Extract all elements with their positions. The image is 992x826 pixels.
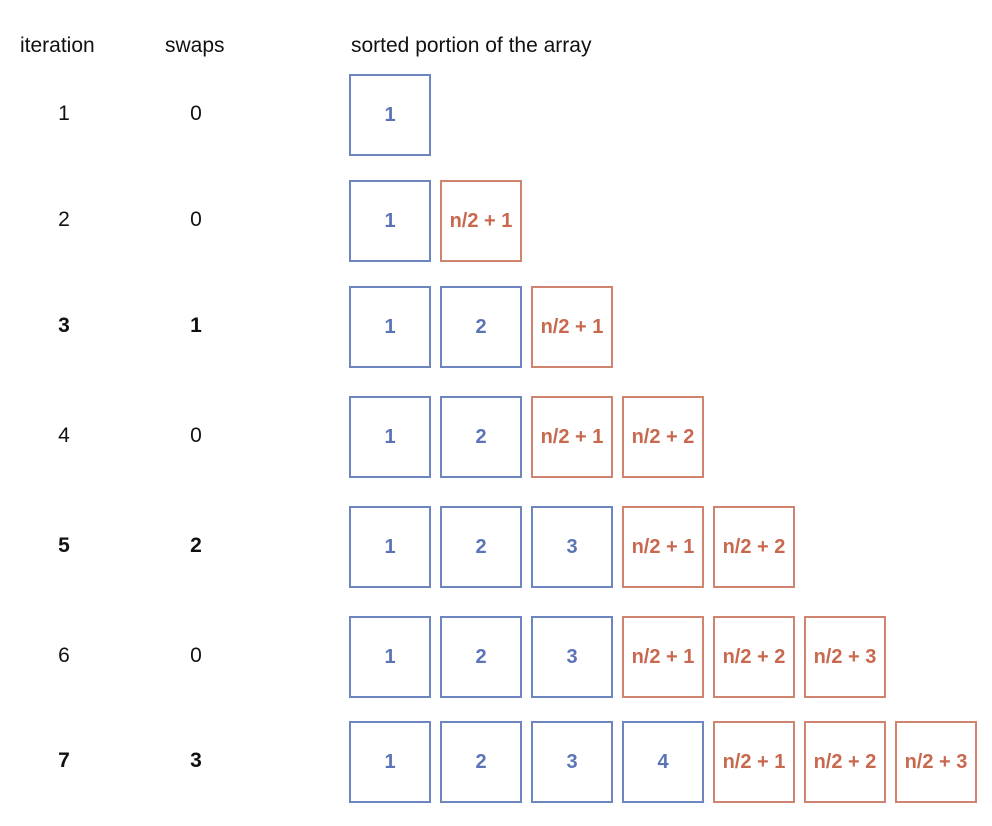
array-cell-low: 1 <box>349 286 431 368</box>
array-cell-low: 2 <box>440 396 522 478</box>
array-cell-high: n/2 + 2 <box>713 616 795 698</box>
swaps-count: 0 <box>190 424 202 447</box>
sorted-portion-header: sorted portion of the array <box>351 34 592 57</box>
array-cell-high: n/2 + 1 <box>531 396 613 478</box>
swaps-count: 0 <box>190 644 202 667</box>
iteration-number: 3 <box>58 314 70 337</box>
array-cell-low: 4 <box>622 721 704 803</box>
array-cell-low: 3 <box>531 616 613 698</box>
array-cell-low: 2 <box>440 506 522 588</box>
swaps-count: 0 <box>190 102 202 125</box>
swaps-count: 0 <box>190 208 202 231</box>
array-cell-low: 2 <box>440 616 522 698</box>
array-cell-high: n/2 + 1 <box>622 616 704 698</box>
array-cell-low: 1 <box>349 721 431 803</box>
swaps-count: 2 <box>190 534 202 557</box>
array-cell-low: 1 <box>349 616 431 698</box>
array-cell-low: 2 <box>440 286 522 368</box>
iteration-number: 1 <box>58 102 70 125</box>
array-cell-low: 1 <box>349 180 431 262</box>
swaps-count: 3 <box>190 749 202 772</box>
iteration-number: 6 <box>58 644 70 667</box>
array-cell-high: n/2 + 3 <box>895 721 977 803</box>
array-cell-high: n/2 + 1 <box>440 180 522 262</box>
array-cell-high: n/2 + 2 <box>622 396 704 478</box>
swaps-count: 1 <box>190 314 202 337</box>
iteration-number: 5 <box>58 534 70 557</box>
swaps-header: swaps <box>165 34 225 57</box>
array-cell-high: n/2 + 1 <box>531 286 613 368</box>
iteration-header: iteration <box>20 34 95 57</box>
iteration-number: 2 <box>58 208 70 231</box>
array-cell-high: n/2 + 1 <box>713 721 795 803</box>
array-cell-low: 1 <box>349 396 431 478</box>
array-cell-high: n/2 + 2 <box>713 506 795 588</box>
array-cell-low: 3 <box>531 506 613 588</box>
array-cell-high: n/2 + 2 <box>804 721 886 803</box>
array-cell-high: n/2 + 3 <box>804 616 886 698</box>
iteration-number: 4 <box>58 424 70 447</box>
array-cell-low: 3 <box>531 721 613 803</box>
array-cell-low: 2 <box>440 721 522 803</box>
iteration-number: 7 <box>58 749 70 772</box>
array-cell-low: 1 <box>349 74 431 156</box>
array-cell-low: 1 <box>349 506 431 588</box>
array-cell-high: n/2 + 1 <box>622 506 704 588</box>
